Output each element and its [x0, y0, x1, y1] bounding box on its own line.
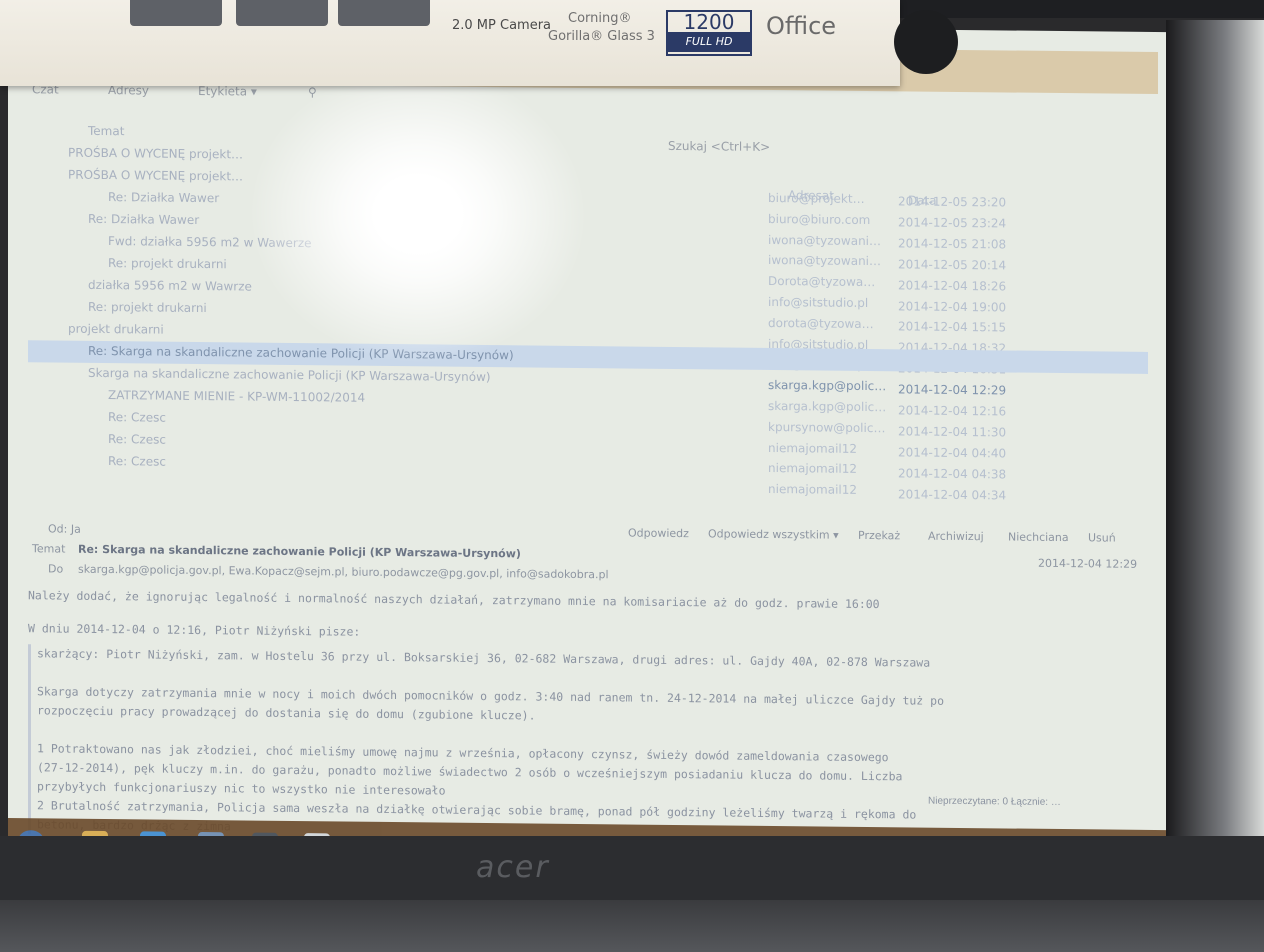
body-line: Należy dodać, że ignorując legalność i n… — [28, 588, 880, 612]
message-subject-cell: Re: Czesc — [108, 410, 166, 425]
forward-button[interactable]: Przekaż — [858, 529, 900, 542]
sticker-tab — [338, 0, 430, 26]
message-body: Należy dodać, że ignorując legalność i n… — [28, 586, 1148, 846]
message-date: 2014-12-04 12:29 — [1038, 556, 1138, 571]
status-bar: Nieprzeczytane: 0 Łącznie: … — [928, 795, 1061, 809]
message-subject-cell: PROŚBA O WYCENĘ projekt… — [68, 167, 244, 184]
message-subject-cell: Re: Działka Wawer — [108, 190, 220, 206]
message-date-cell: 2014-12-04 04:34 — [898, 486, 1007, 503]
message-subject-cell: Fwd: działka 5956 m2 w Wawerze — [108, 234, 312, 251]
message-subject-cell: Re: Działka Wawer — [88, 211, 200, 228]
message-header: Od: Ja Odpowiedz Odpowiedz wszystkim ▾ P… — [28, 520, 1148, 592]
laptop-keyboard-edge — [0, 900, 1264, 952]
from-label: Od: Ja — [48, 522, 81, 536]
message-subject-cell: Re: Czesc — [108, 454, 166, 469]
reply-all-button[interactable]: Odpowiedz wszystkim ▾ — [708, 527, 839, 541]
sticker-logo-icon — [894, 10, 958, 74]
message-subject-cell: Skarga na skandaliczne zachowanie Policj… — [88, 365, 491, 385]
spec-sticker: 2.0 MP Camera Corning® Gorilla® Glass 3 … — [0, 0, 900, 86]
glass-spec: Corning® Gorilla® Glass 3 — [548, 11, 655, 44]
message-subject-cell: działka 5956 m2 w Wawrze — [88, 277, 252, 294]
office-logo: Office — [766, 12, 837, 40]
subject-label: Temat — [32, 542, 66, 556]
message-subject-cell: ZATRZYMANE MIENIE - KP-WM-11002/2014 — [108, 388, 366, 405]
camera-spec: 2.0 MP Camera — [452, 18, 552, 33]
brand-logo: acer — [476, 850, 550, 885]
delete-button[interactable]: Usuń — [1088, 531, 1116, 544]
message-author-cell: niemajomail12 — [768, 482, 858, 498]
search-icon[interactable]: ⚲ — [308, 85, 317, 99]
tag-button[interactable]: Etykieta ▾ — [198, 84, 257, 99]
message-subject-cell: Re: projekt drukarni — [88, 299, 207, 316]
reply-button[interactable]: Odpowiedz — [628, 526, 689, 540]
sticker-tab — [236, 0, 328, 26]
message-subject-cell: Re: Czesc — [108, 432, 166, 447]
archive-button[interactable]: Archiwizuj — [928, 530, 984, 544]
quoted-text: skarżący: Piotr Niżyński, zam. w Hostelu… — [28, 644, 1148, 846]
message-subject-cell: projekt drukarni — [68, 321, 164, 337]
message-subject-cell: Re: Skarga na skandaliczne zachowanie Po… — [88, 343, 514, 363]
laptop-side-edge — [1166, 20, 1264, 880]
junk-button[interactable]: Niechciana — [1008, 530, 1069, 544]
message-subject-cell: Re: projekt drukarni — [108, 256, 227, 272]
message-subject-cell: PROŚBA O WYCENĘ projekt… — [68, 145, 244, 162]
full-hd-badge: 1200 FULL HD — [666, 10, 752, 56]
column-subject[interactable]: Temat — [88, 124, 124, 138]
message-subject: Re: Skarga na skandaliczne zachowanie Po… — [78, 542, 521, 561]
sticker-tab — [130, 0, 222, 26]
recipients: skarga.kgp@policja.gov.pl, Ewa.Kopacz@se… — [78, 562, 609, 582]
to-label: Do — [48, 562, 64, 576]
message-list: Temat Adresat Data PROŚBA O WYCENĘ proje… — [28, 120, 1148, 522]
laptop-screen: Czat Adresy Etykieta ▾ ⚲ Szukaj <Ctrl+K>… — [8, 20, 1166, 879]
